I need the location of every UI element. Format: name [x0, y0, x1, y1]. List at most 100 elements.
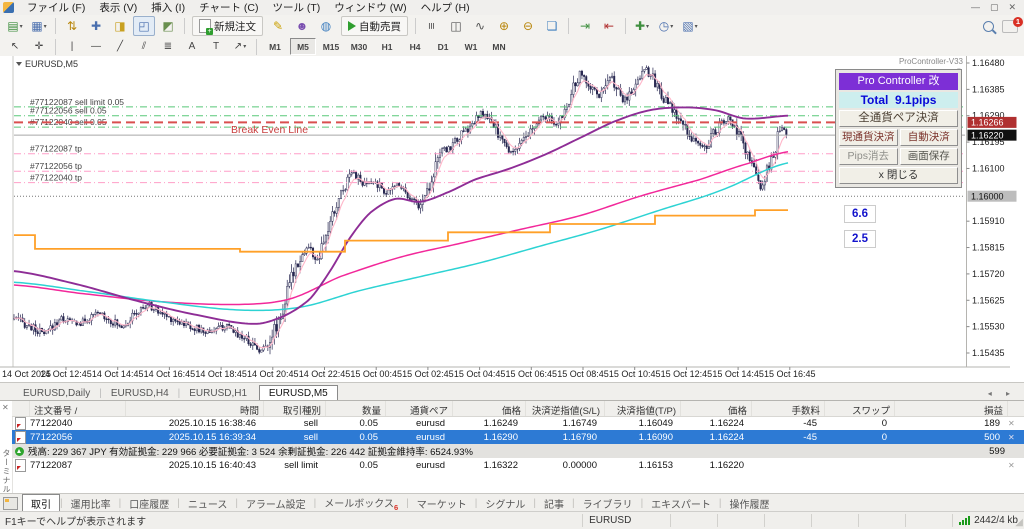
- vertical-line-icon[interactable]: |: [61, 37, 83, 57]
- timeframe-M5[interactable]: M5: [290, 38, 316, 55]
- bottom-tab-3[interactable]: ニュース: [180, 494, 236, 513]
- col-header-4[interactable]: 通貨ペア: [386, 401, 453, 416]
- timeframe-M1[interactable]: M1: [262, 38, 288, 55]
- table-row[interactable]: 771220402025.10.15 16:38:46sell0.05eurus…: [12, 416, 1024, 430]
- timeframe-D1[interactable]: D1: [430, 38, 456, 55]
- col-header-11[interactable]: 損益: [895, 401, 1008, 416]
- menu-item-6[interactable]: ヘルプ (H): [414, 0, 477, 16]
- timeframe-M30[interactable]: M30: [346, 38, 372, 55]
- col-header-9[interactable]: 手数料: [752, 401, 825, 416]
- data-window-icon[interactable]: ✚: [85, 16, 107, 36]
- col-header-0[interactable]: 注文番号 /: [30, 401, 126, 416]
- col-header-5[interactable]: 価格: [453, 401, 526, 416]
- bottom-tab-4[interactable]: アラーム設定: [238, 494, 314, 513]
- bar-chart-icon[interactable]: ≡: [421, 16, 443, 36]
- timeframe-H4[interactable]: H4: [402, 38, 428, 55]
- close-all-pairs-button[interactable]: 全通貨ペア決済: [839, 110, 958, 127]
- col-header-7[interactable]: 決済指値(T/P): [605, 401, 681, 416]
- menu-item-5[interactable]: ウィンドウ (W): [327, 0, 413, 16]
- web-icon[interactable]: ◍: [315, 16, 337, 36]
- candlestick-icon[interactable]: ◫: [445, 16, 467, 36]
- status-empty-cell: [764, 514, 811, 527]
- bottom-tab-8[interactable]: 記事: [536, 494, 572, 513]
- auto-scroll-icon[interactable]: ⇥: [574, 16, 596, 36]
- col-header-8[interactable]: 価格: [681, 401, 752, 416]
- close-panel-button[interactable]: x 閉じる: [839, 167, 958, 184]
- table-row[interactable]: 771220562025.10.15 16:39:34sell0.05eurus…: [12, 430, 1024, 444]
- col-header-10[interactable]: スワップ: [825, 401, 895, 416]
- close-order-icon[interactable]: ✕: [1004, 461, 1015, 470]
- tile-windows-icon[interactable]: ❏: [541, 16, 563, 36]
- menu-item-0[interactable]: ファイル (F): [20, 0, 92, 16]
- trendline-icon[interactable]: ╱: [109, 37, 131, 57]
- bottom-tab-11[interactable]: 操作履歴: [721, 494, 777, 513]
- menu-item-4[interactable]: ツール (T): [265, 0, 327, 16]
- periods-icon[interactable]: ◷▾: [655, 16, 677, 36]
- table-row[interactable]: 771220872025.10.15 16:40:43sell limit0.0…: [12, 458, 1024, 472]
- notification-icon[interactable]: 1: [1002, 20, 1018, 33]
- pips-clear-button[interactable]: Pips消去: [839, 148, 898, 165]
- col-header-6[interactable]: 決済逆指値(S/L): [526, 401, 605, 416]
- chart-shift-icon[interactable]: ⇤: [598, 16, 620, 36]
- chart-symbol-label[interactable]: EURUSD,M5: [16, 59, 78, 69]
- chart-tab-0[interactable]: EURUSD,Daily: [14, 386, 99, 401]
- bottom-tab-7[interactable]: シグナル: [477, 494, 533, 513]
- chart-tab-2[interactable]: EURUSD,H1: [180, 386, 256, 401]
- bottom-tab-0[interactable]: 取引: [22, 494, 60, 513]
- indicators-icon[interactable]: ✚▾: [631, 16, 653, 36]
- channel-icon[interactable]: ⫽: [133, 37, 155, 57]
- menu-item-3[interactable]: チャート (C): [192, 0, 265, 16]
- zoom-in-icon[interactable]: ⊕: [493, 16, 515, 36]
- new-order-button[interactable]: +新規注文: [192, 16, 263, 36]
- bottom-tab-10[interactable]: エキスパート: [643, 494, 719, 513]
- close-button[interactable]: ✕: [1008, 2, 1016, 13]
- auto-trading-button[interactable]: 自動売買: [341, 16, 408, 36]
- templates-icon[interactable]: ▧▾: [679, 16, 701, 36]
- col-header-1[interactable]: 時間: [126, 401, 264, 416]
- profiles-icon[interactable]: ▦▾: [28, 16, 50, 36]
- auto-close-button[interactable]: 自動決済: [900, 129, 959, 146]
- chart-tab-3[interactable]: EURUSD,M5: [259, 385, 338, 401]
- screenshot-button[interactable]: 画面保存: [900, 148, 959, 165]
- fibonacci-icon[interactable]: ≣: [157, 37, 179, 57]
- chart-tab-1[interactable]: EURUSD,H4: [102, 386, 178, 401]
- bottom-tab-2[interactable]: 口座履歴: [121, 494, 177, 513]
- terminal-close-icon[interactable]: ✕: [2, 403, 9, 412]
- line-chart-icon[interactable]: ∿: [469, 16, 491, 36]
- restore-button[interactable]: ▢: [990, 2, 999, 13]
- arrows-icon[interactable]: ↗▾: [229, 37, 251, 57]
- metaeditor-icon[interactable]: ✎: [267, 16, 289, 36]
- cursor-icon[interactable]: ↖: [4, 37, 26, 57]
- col-header-2[interactable]: 取引種別: [264, 401, 326, 416]
- close-order-icon[interactable]: ✕: [1004, 419, 1015, 428]
- zoom-out-icon[interactable]: ⊖: [517, 16, 539, 36]
- col-header-3[interactable]: 数量: [326, 401, 386, 416]
- navigator-icon[interactable]: ◨: [109, 16, 131, 36]
- horizontal-line-icon[interactable]: —: [85, 37, 107, 57]
- timeframe-M15[interactable]: M15: [318, 38, 344, 55]
- market-watch-icon[interactable]: ⇅: [61, 16, 83, 36]
- crosshair-icon[interactable]: ✛: [28, 37, 50, 57]
- menu-item-2[interactable]: 挿入 (I): [144, 0, 192, 16]
- bottom-tab-6[interactable]: マーケット: [409, 494, 475, 513]
- bottom-tab-9[interactable]: ライブラリ: [575, 494, 641, 513]
- price-tick: 1.15815: [972, 243, 1005, 253]
- terminal-icon[interactable]: ◰: [133, 16, 155, 36]
- timeframe-W1[interactable]: W1: [458, 38, 484, 55]
- community-icon[interactable]: ☻: [291, 16, 313, 36]
- close-current-button[interactable]: 現通貨決済: [839, 129, 898, 146]
- timeframe-H1[interactable]: H1: [374, 38, 400, 55]
- minimize-button[interactable]: —: [971, 2, 980, 13]
- search-icon[interactable]: [983, 21, 994, 32]
- menu-item-1[interactable]: 表示 (V): [92, 0, 144, 16]
- new-chart-icon[interactable]: ▤▾: [4, 16, 26, 36]
- resize-grip[interactable]: ◢: [1015, 517, 1023, 528]
- status-empty-cell: [717, 514, 764, 527]
- order-line-label-2: #77122040 sell 0.05: [30, 117, 107, 127]
- bottom-tab-1[interactable]: 運用比率: [63, 494, 119, 513]
- close-order-icon[interactable]: ✕: [1004, 433, 1015, 442]
- text-icon[interactable]: A: [181, 37, 203, 57]
- label-icon[interactable]: T: [205, 37, 227, 57]
- timeframe-MN[interactable]: MN: [486, 38, 512, 55]
- strategy-tester-icon[interactable]: ◩: [157, 16, 179, 36]
